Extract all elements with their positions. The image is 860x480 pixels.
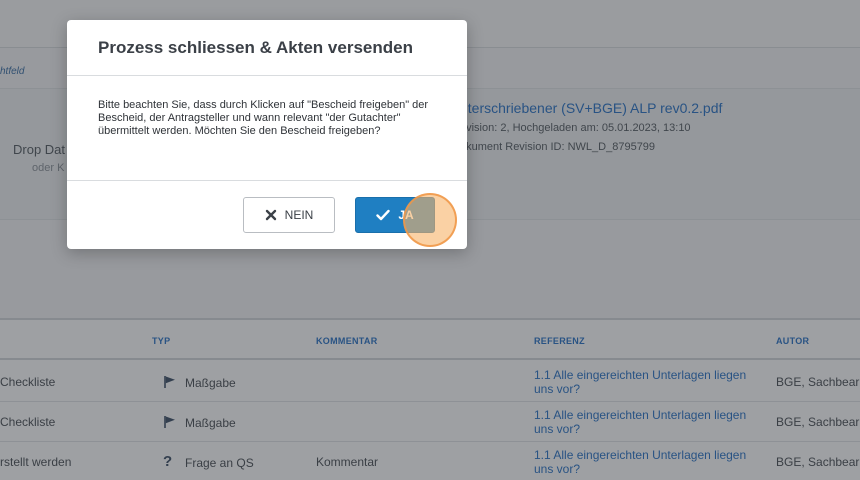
no-button[interactable]: NEIN [243, 197, 335, 233]
dialog-message: Bitte beachten Sie, dass durch Klicken a… [98, 99, 429, 137]
click-indicator [403, 193, 457, 247]
no-button-label: NEIN [284, 208, 314, 222]
checkmark-icon [376, 209, 391, 221]
dialog-title: Prozess schliessen & Akten versenden [98, 38, 413, 57]
close-icon [265, 209, 276, 221]
